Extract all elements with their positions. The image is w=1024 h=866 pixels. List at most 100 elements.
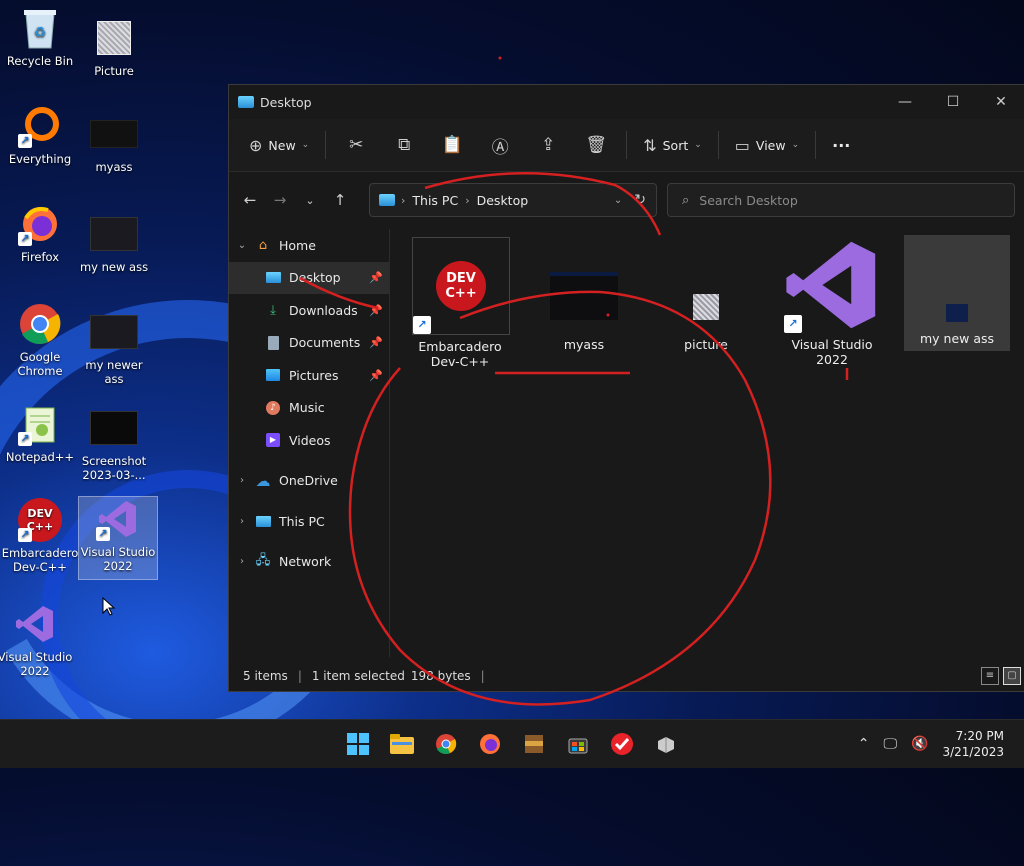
desktop-icon-my-new-ass[interactable]: my new ass [75,212,153,274]
minimize-button[interactable]: — [881,94,929,110]
visual-studio-installer-taskbar-button[interactable] [650,728,682,760]
desktop-icon-everything[interactable]: ↗ Everything [1,104,79,166]
expand-chevron-icon[interactable]: › [229,475,255,486]
recent-chevron-icon[interactable]: ⌄ [295,194,325,207]
breadcrumb-desktop[interactable]: Desktop [477,193,529,208]
search-icon: ⌕ [682,192,690,208]
file-name: my new ass [919,331,995,346]
paste-button[interactable]: 📋 [428,135,476,155]
search-box[interactable]: ⌕ Search Desktop [667,183,1015,217]
rename-button[interactable]: Ⓐ [476,133,524,158]
up-arrow-icon[interactable]: ↑ [325,191,355,209]
large-icons-view-button[interactable]: ▢ [1003,667,1021,685]
command-bar: ⊕ New ⌄ ✂ ⧉ 📋 Ⓐ ⇪ 🗑 ⇅ Sort ⌄ ▭ View ⌄ ··· [229,119,1024,172]
firefox-taskbar-button[interactable] [474,728,506,760]
network-tray-icon[interactable]: 🖵 [884,736,898,752]
expand-chevron-icon[interactable]: › [229,556,255,567]
nav-item-label: Downloads [289,302,358,318]
desktop-icon-label: myass [95,160,133,174]
desktop-icon-visual-studio[interactable]: Visual Studio 2022 [0,602,74,678]
desktop-icon [265,270,281,286]
address-bar[interactable]: › This PC › Desktop ⌄ ↻ [369,183,657,217]
search-placeholder: Search Desktop [699,192,798,208]
maximize-button[interactable]: ☐ [929,94,977,110]
back-arrow-icon[interactable]: ← [235,191,265,209]
file-list: DEV C++ ↗ Embarcadero Dev-C++ myass pictu… [390,229,1024,657]
start-button[interactable] [342,728,374,760]
document-icon [265,335,281,351]
more-options-button[interactable]: ··· [822,129,860,161]
address-dropdown-icon[interactable]: ⌄ [614,195,622,206]
desktop-icon-devcpp[interactable]: DEV C++ ↗ Embarcadero Dev-C++ [1,498,79,574]
pin-icon: 📌 [369,336,383,350]
nav-item-desktop[interactable]: Desktop 📌 [229,261,389,294]
nav-item-downloads[interactable]: ⤓ Downloads 📌 [229,294,389,327]
window-title: Desktop [260,94,312,110]
desktop-icon-firefox[interactable]: ↗ Firefox [1,202,79,264]
refresh-icon[interactable]: ↻ [634,192,646,208]
everything-search-icon: ↗ [16,104,64,148]
file-item-picture[interactable]: picture [658,237,754,352]
nav-item-documents[interactable]: Documents 📌 [229,327,389,360]
scissors-icon: ✂ [349,135,364,155]
shortcut-arrow-icon: ↗ [784,315,802,333]
desktop-icon-visual-studio-selected[interactable]: ↗ Visual Studio 2022 [78,496,158,580]
title-bar[interactable]: Desktop — ☐ ✕ [229,85,1024,119]
details-view-button[interactable]: ≡ [981,667,999,685]
close-button[interactable]: ✕ [977,94,1024,110]
sort-button[interactable]: ⇅ Sort ⌄ [633,129,712,161]
nav-item-label: Home [279,237,316,253]
desktop-icon-recycle-bin[interactable]: ♻ Recycle Bin [1,6,79,68]
sort-label: Sort [662,137,689,153]
copy-icon: ⧉ [398,135,411,155]
desktop-icon-myass[interactable]: myass [75,112,153,174]
nav-item-videos[interactable]: ▶ Videos [229,424,389,457]
picture-file-icon [658,237,754,333]
shortcut-arrow-icon: ↗ [18,232,32,246]
file-item-myass[interactable]: myass [536,237,632,352]
view-button[interactable]: ▭ View ⌄ [725,129,809,161]
item-count: 5 items [243,669,288,683]
expand-chevron-icon[interactable]: › [229,516,255,527]
nav-item-home[interactable]: ⌄ ⌂ Home [229,229,389,262]
store-taskbar-button[interactable] [562,728,594,760]
new-button[interactable]: ⊕ New ⌄ [239,129,319,161]
delete-button[interactable]: 🗑 [572,135,620,155]
todo-taskbar-button[interactable] [606,728,638,760]
navigation-pane: ⌄ ⌂ Home Desktop 📌 ⤓ Downloads 📌 Documen… [229,229,390,657]
nav-item-music[interactable]: ♪ Music [229,392,389,425]
desktop-icon-screenshot[interactable]: Screenshot 2023-03-... [75,406,153,482]
taskbar: ⌃ 🖵 🔇 7:20 PM 3/21/2023 [0,719,1024,768]
desktop-icon-google-chrome[interactable]: Google Chrome [1,302,79,378]
nav-item-this-pc[interactable]: › This PC [229,505,389,538]
file-explorer-taskbar-button[interactable] [386,728,418,760]
file-item-my-new-ass-selected[interactable]: my new ass [904,235,1010,351]
breadcrumb-this-pc[interactable]: This PC [412,193,458,208]
nav-item-label: Network [279,554,332,570]
chrome-taskbar-button[interactable] [430,728,462,760]
nav-item-label: Documents [289,335,361,351]
clock[interactable]: 7:20 PM 3/21/2023 [942,728,1004,760]
visual-studio-icon: ↗ [784,237,880,333]
desktop-icon-my-newer-ass[interactable]: my newer ass [75,310,153,386]
svg-text:♻: ♻ [34,25,47,41]
nav-item-onedrive[interactable]: › ☁ OneDrive [229,465,389,498]
forward-arrow-icon[interactable]: → [265,191,295,209]
nav-item-label: Videos [289,432,331,448]
desktop-icon-notepadpp[interactable]: ↗ Notepad++ [1,402,79,464]
nav-item-pictures[interactable]: Pictures 📌 [229,359,389,392]
copy-button[interactable]: ⧉ [380,135,428,155]
desktop-folder-icon [238,96,254,108]
desktop-icon-label: Notepad++ [5,450,75,464]
file-item-devcpp[interactable]: DEV C++ ↗ Embarcadero Dev-C++ [412,237,510,369]
desktop-icon-picture[interactable]: Picture [75,16,153,78]
cut-button[interactable]: ✂ [332,135,380,155]
share-button[interactable]: ⇪ [524,135,572,155]
file-item-visual-studio[interactable]: ↗ Visual Studio 2022 [784,237,880,367]
nav-item-network[interactable]: › 🖧 Network [229,546,389,579]
expand-chevron-icon[interactable]: ⌄ [229,240,255,251]
music-icon: ♪ [265,400,281,416]
show-hidden-icons-chevron-icon[interactable]: ⌃ [858,736,870,752]
winrar-taskbar-button[interactable] [518,728,550,760]
volume-muted-icon[interactable]: 🔇 [911,736,928,752]
